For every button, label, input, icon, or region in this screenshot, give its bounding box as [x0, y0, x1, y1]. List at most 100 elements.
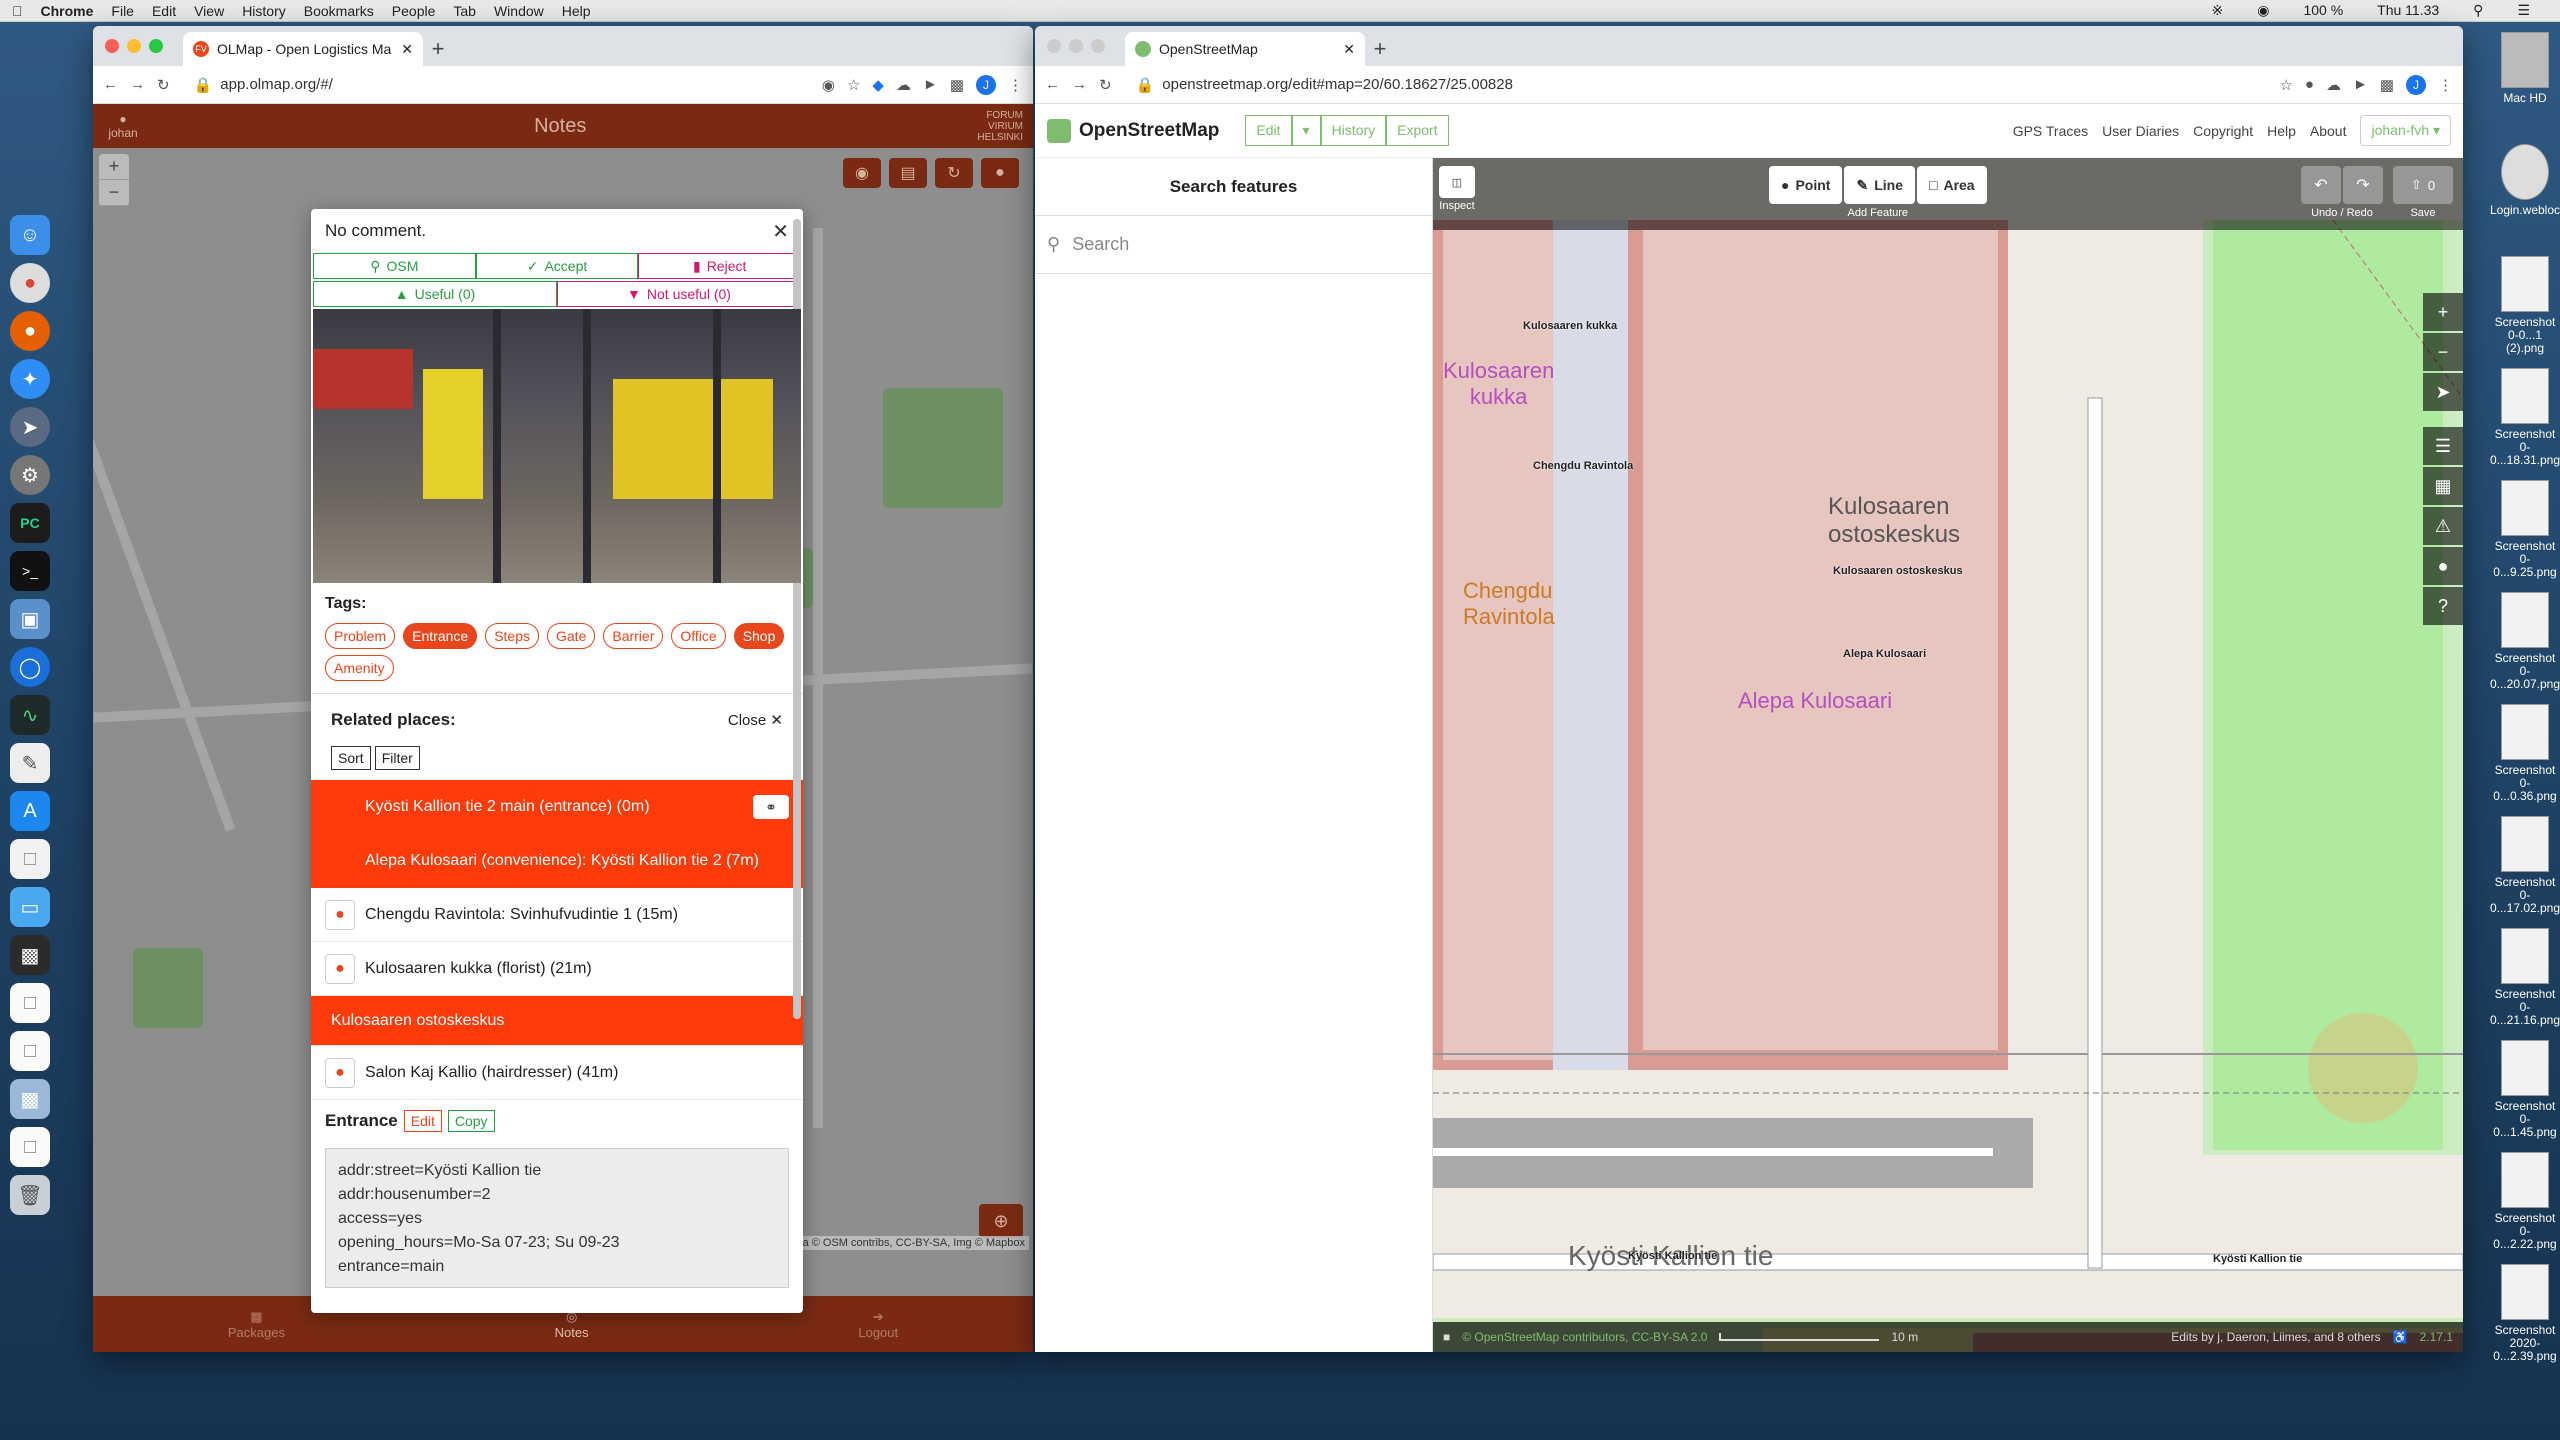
browser-menu-icon[interactable]: ⋮ — [2438, 76, 2453, 94]
browser-menu-icon[interactable]: ⋮ — [1008, 76, 1023, 94]
edit-dropdown-icon[interactable]: ▾ — [1291, 115, 1321, 146]
nav-help[interactable]: Help — [2267, 123, 2296, 139]
window-thumbnail-icon[interactable]: ▩ — [10, 935, 50, 975]
address-bar[interactable]: 🔒 openstreetmap.org/edit#map=20/60.18627… — [1124, 71, 2268, 99]
menu-list-icon[interactable]: ☰ — [2517, 2, 2530, 19]
safari-icon[interactable]: ✦ — [10, 359, 50, 399]
user-menu[interactable]: ● johan — [103, 112, 143, 140]
add-point-button[interactable]: ● Point — [1769, 166, 1843, 204]
related-place-group[interactable]: Kulosaaren ostoskeskus — [311, 996, 803, 1046]
back-icon[interactable]: ← — [1045, 76, 1060, 93]
poi-label-alepa[interactable]: Alepa Kulosaari — [1843, 648, 1926, 660]
map-data-icon[interactable]: ▦ — [2423, 467, 2463, 505]
edit-button[interactable]: Edit — [403, 1110, 442, 1132]
tag-gate[interactable]: Gate — [547, 623, 596, 649]
geolocate-icon[interactable]: ➤ — [2423, 373, 2463, 411]
menu-people[interactable]: People — [392, 3, 436, 19]
nav-copyright[interactable]: Copyright — [2193, 123, 2253, 139]
tab-openstreetmap[interactable]: OpenStreetMap ✕ — [1125, 32, 1365, 66]
osm-map[interactable]: Kulosaaren kukka Kulosaaren kukka Chengdu… — [1433, 158, 2463, 1352]
desktop-file-screenshot[interactable]: Screenshot 0-0...21.16.png — [2490, 928, 2560, 1034]
close-related-button[interactable]: Close ✕ — [728, 711, 783, 729]
document-icon[interactable]: □ — [10, 839, 50, 879]
tab-close-icon[interactable]: ✕ — [1343, 41, 1355, 58]
nav-user-diaries[interactable]: User Diaries — [2102, 123, 2179, 139]
tab-olmap[interactable]: FV OLMap - Open Logistics Ma ✕ — [183, 32, 423, 66]
desktop-file-screenshot[interactable]: Screenshot 0-0...20.07.png — [2490, 592, 2560, 698]
tag-office[interactable]: Office — [671, 623, 726, 649]
export-tab[interactable]: Export — [1386, 115, 1449, 146]
tag-amenity[interactable]: Amenity — [325, 655, 394, 681]
tag-shop[interactable]: Shop — [733, 623, 785, 649]
comment-icon[interactable]: ▤ — [889, 158, 927, 188]
bluetooth-icon[interactable]: ※ — [2212, 2, 2224, 19]
folder-icon[interactable]: ▭ — [10, 887, 50, 927]
related-place-item[interactable]: ● Salon Kaj Kallio (hairdresser) (41m) — [311, 1046, 803, 1100]
poi-label-chengdu[interactable]: Chengdu Ravintola — [1533, 460, 1633, 472]
menu-bookmarks[interactable]: Bookmarks — [304, 3, 374, 19]
related-place-item[interactable]: Kyösti Kallion tie 2 main (entrance) (0m… — [311, 780, 803, 834]
desktop-file-screenshot[interactable]: Screenshot 0-0...1.45.png — [2492, 1040, 2558, 1146]
poi-label-kukka[interactable]: Kulosaaren kukka — [1523, 320, 1617, 332]
close-window-button[interactable] — [105, 39, 119, 53]
history-tab[interactable]: History — [1320, 115, 1387, 146]
menubar-app-name[interactable]: Chrome — [41, 3, 94, 19]
desktop-file-screenshot[interactable]: Screenshot 0-0...17.02.png — [2490, 816, 2560, 922]
bookmark-star-icon[interactable]: ☆ — [847, 76, 860, 94]
back-icon[interactable]: ← — [103, 76, 118, 93]
textedit-icon[interactable]: ✎ — [10, 743, 50, 783]
not-useful-button[interactable]: ▼ Not useful (0) — [557, 281, 801, 307]
extension2-icon[interactable]: ☁ — [2326, 76, 2341, 94]
camera-icon[interactable]: ◉ — [843, 158, 881, 188]
desktop-file-mac-hd[interactable]: Mac HD — [2492, 32, 2558, 138]
map-attribution[interactable]: © OpenStreetMap contributors, CC-BY-SA 2… — [1462, 1330, 1707, 1344]
document2-icon[interactable]: □ — [10, 983, 50, 1023]
menu-file[interactable]: File — [111, 3, 134, 19]
minimize-window-button[interactable] — [1069, 39, 1083, 53]
preferences-icon[interactable]: ● — [2423, 547, 2463, 585]
battery-status[interactable]: 100 % — [2303, 2, 2343, 19]
menu-tab[interactable]: Tab — [453, 3, 476, 19]
extension3-icon[interactable]: ► — [2353, 76, 2368, 93]
signal-icon[interactable]: ◯ — [10, 647, 50, 687]
account-icon[interactable]: ● — [981, 158, 1019, 188]
nav-logout[interactable]: ➔ Logout — [858, 1309, 898, 1340]
related-place-item[interactable]: ● Chengdu Ravintola: Svinhufvudintie 1 (… — [311, 888, 803, 942]
note-photo[interactable] — [313, 309, 801, 583]
launchpad-icon[interactable]: ➤ — [10, 407, 50, 447]
pycharm-icon[interactable]: PC — [10, 503, 50, 543]
add-area-button[interactable]: □ Area — [1916, 166, 1987, 204]
useful-button[interactable]: ▲ Useful (0) — [313, 281, 557, 307]
poi-label-ostoskeskus[interactable]: Kulosaaren ostoskeskus — [1833, 565, 1963, 577]
desktop-file-screenshot[interactable]: Screenshot 0-0...9.25.png — [2492, 480, 2558, 586]
sort-button[interactable]: Sort — [331, 746, 371, 770]
close-window-button[interactable] — [1047, 39, 1061, 53]
extension4-icon[interactable]: ▩ — [950, 76, 964, 94]
zoom-out-button[interactable]: − — [99, 180, 129, 206]
screenshot-icon[interactable]: ▩ — [10, 1079, 50, 1119]
issues-icon[interactable]: ⚠ — [2423, 507, 2463, 545]
spotlight-icon[interactable]: ⚲ — [2473, 2, 2483, 19]
nav-about[interactable]: About — [2310, 123, 2347, 139]
tab-close-icon[interactable]: ✕ — [401, 41, 413, 58]
extension2-icon[interactable]: ☁ — [896, 76, 911, 94]
bookmark-star-icon[interactable]: ☆ — [2279, 76, 2292, 94]
extension-icon[interactable]: ● — [2305, 76, 2314, 93]
copy-button[interactable]: Copy — [447, 1110, 495, 1132]
desktop-file-screenshot[interactable]: Screenshot 0-0...1 (2).png — [2492, 256, 2558, 362]
address-bar[interactable]: 🔒 app.olmap.org/#/ — [182, 71, 810, 99]
location-icon[interactable]: ◉ — [822, 76, 835, 94]
redo-button[interactable]: ↷ — [2343, 166, 2383, 204]
system-preferences-icon[interactable]: ⚙ — [10, 455, 50, 495]
reload-icon[interactable]: ↻ — [1099, 76, 1112, 94]
version[interactable]: 2.17.1 — [2420, 1330, 2453, 1344]
nav-packages[interactable]: ▩ Packages — [228, 1309, 285, 1340]
menu-view[interactable]: View — [194, 3, 224, 19]
locate-button[interactable]: ⊕ — [979, 1204, 1023, 1238]
menu-history[interactable]: History — [242, 3, 286, 19]
related-place-item[interactable]: Alepa Kulosaari (convenience): Kyösti Ka… — [311, 834, 803, 888]
apple-icon[interactable]:  — [12, 3, 23, 19]
add-line-button[interactable]: ✎ Line — [1844, 166, 1915, 204]
wifi-icon[interactable]: ◉ — [2257, 2, 2269, 19]
save-button[interactable]: ⇧ 0 — [2393, 166, 2453, 204]
